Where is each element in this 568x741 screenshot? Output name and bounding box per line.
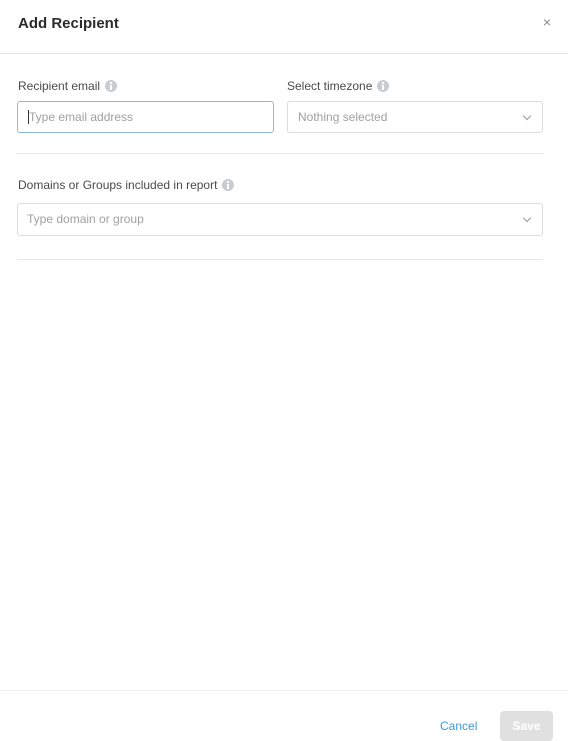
cancel-button[interactable]: Cancel: [440, 719, 477, 733]
timezone-select[interactable]: Nothing selected: [287, 101, 543, 133]
recipient-email-input[interactable]: [27, 103, 266, 131]
dialog-header: Add Recipient ×: [0, 0, 568, 54]
dialog-title: Add Recipient: [18, 15, 119, 32]
info-icon[interactable]: [222, 179, 235, 191]
info-icon[interactable]: [377, 80, 390, 92]
timezone-label-text: Select timezone: [287, 79, 373, 93]
recipient-email-label-text: Recipient email: [18, 79, 101, 93]
recipient-email-label: Recipient email: [18, 79, 118, 93]
add-recipient-dialog: Add Recipient × Recipient email Select t…: [0, 0, 568, 741]
chevron-down-icon: [522, 111, 532, 121]
domains-placeholder: Type domain or group: [27, 212, 144, 226]
text-caret: [28, 110, 29, 124]
chevron-down-icon: [522, 213, 532, 223]
dialog-footer: Cancel Save: [0, 690, 568, 741]
domains-label: Domains or Groups included in report: [18, 178, 235, 192]
domains-select[interactable]: Type domain or group: [17, 203, 543, 236]
timezone-label: Select timezone: [287, 79, 390, 93]
timezone-selected-value: Nothing selected: [298, 110, 388, 124]
close-icon[interactable]: ×: [540, 14, 554, 30]
section-divider: [17, 259, 543, 260]
recipient-email-field[interactable]: [17, 101, 274, 133]
save-button[interactable]: Save: [500, 711, 553, 741]
info-icon[interactable]: [105, 80, 118, 92]
domains-label-text: Domains or Groups included in report: [18, 178, 218, 192]
section-divider: [17, 153, 543, 154]
